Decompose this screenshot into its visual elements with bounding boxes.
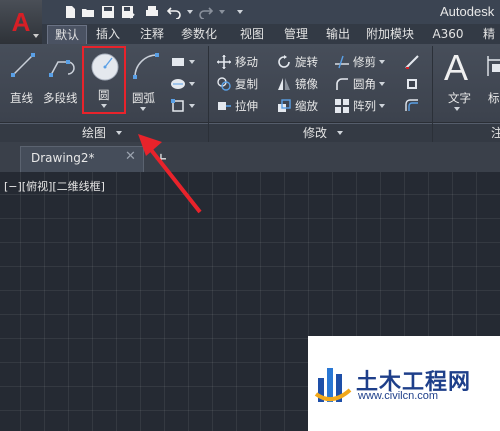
- explode-icon: [407, 79, 417, 89]
- polyline-icon: [49, 60, 75, 77]
- copy-tool-button[interactable]: 复制: [216, 74, 258, 94]
- save-icon[interactable]: [100, 4, 116, 20]
- open-folder-icon[interactable]: [80, 4, 96, 20]
- line-tool-button[interactable]: 直线: [6, 50, 40, 116]
- tab-output[interactable]: 输出: [320, 25, 356, 44]
- scale-label: 缩放: [295, 99, 318, 113]
- redo-dropdown-icon[interactable]: [214, 4, 230, 20]
- offset-icon: [405, 99, 418, 111]
- application-menu-button[interactable]: A: [0, 0, 42, 44]
- new-file-icon[interactable]: [62, 4, 78, 20]
- line-icon: [11, 53, 35, 77]
- region-tool-button[interactable]: [170, 96, 195, 116]
- dimension-tool-button[interactable]: 标: [482, 50, 500, 116]
- arc-dropdown-icon[interactable]: [140, 107, 146, 111]
- watermark-logo-icon: [314, 368, 352, 402]
- copy-icon: [217, 77, 231, 91]
- move-tool-button[interactable]: 移动: [216, 52, 258, 72]
- modify-panel-title: 修改: [303, 126, 328, 140]
- watermark-url: www.civilcn.com: [358, 390, 439, 402]
- save-as-icon[interactable]: [120, 4, 136, 20]
- fillet-label: 圆角: [353, 77, 376, 91]
- polyline-label: 多段线: [43, 91, 78, 105]
- redo-icon[interactable]: [198, 4, 214, 20]
- rotate-tool-button[interactable]: 旋转: [276, 52, 318, 72]
- annotation-panel-title: 注: [491, 126, 500, 140]
- tab-a360[interactable]: A360: [428, 25, 468, 44]
- hatch-tool-button[interactable]: [170, 74, 195, 94]
- move-label: 移动: [235, 55, 258, 69]
- print-icon[interactable]: [144, 4, 160, 20]
- line-label: 直线: [10, 91, 33, 105]
- arc-label: 圆弧: [132, 91, 155, 105]
- scale-tool-button[interactable]: 缩放: [276, 96, 318, 116]
- circle-label: 圆: [98, 88, 110, 102]
- polyline-tool-button[interactable]: 多段线: [40, 50, 84, 116]
- array-label: 阵列: [353, 99, 376, 113]
- erase-icon: [405, 55, 419, 69]
- arc-tool-button[interactable]: 圆弧: [128, 50, 162, 116]
- rotate-label: 旋转: [295, 55, 318, 69]
- watermark: 土木工程网 www.civilcn.com: [308, 336, 500, 431]
- modify-panel-bar[interactable]: 修改: [209, 123, 432, 142]
- scale-icon: [278, 99, 291, 112]
- array-tool-button[interactable]: 阵列: [334, 96, 385, 116]
- trim-icon: [335, 55, 349, 69]
- undo-dropdown-icon[interactable]: [182, 4, 198, 20]
- viewport-controls[interactable]: [−][俯视][二维线框]: [4, 178, 105, 194]
- circle-tool-button[interactable]: 圆: [82, 46, 126, 114]
- fillet-icon: [336, 78, 348, 90]
- stretch-icon: [218, 102, 231, 110]
- document-tab[interactable]: Drawing2* ✕: [20, 146, 144, 172]
- stretch-tool-button[interactable]: 拉伸: [216, 96, 258, 116]
- stretch-label: 拉伸: [235, 99, 258, 113]
- text-dropdown-icon[interactable]: [454, 107, 460, 111]
- tab-addins[interactable]: 附加模块: [360, 25, 420, 44]
- tab-home[interactable]: 默认: [47, 25, 87, 45]
- undo-icon[interactable]: [166, 4, 182, 20]
- tab-view[interactable]: 视图: [234, 25, 270, 44]
- tab-insert[interactable]: 插入: [90, 25, 126, 44]
- chevron-down-icon: [33, 34, 39, 38]
- trim-label: 修剪: [353, 55, 376, 69]
- window-title: Autodesk: [440, 4, 495, 19]
- circle-icon: [91, 53, 119, 81]
- rectangle-icon: [172, 58, 184, 66]
- offset-tool-button[interactable]: [404, 96, 420, 116]
- customize-quick-access-icon[interactable]: [232, 4, 248, 20]
- tab-featured[interactable]: 精: [478, 25, 500, 44]
- array-icon: [335, 99, 349, 113]
- move-icon: [217, 55, 231, 69]
- fillet-tool-button[interactable]: 圆角: [334, 74, 385, 94]
- chevron-down-icon: [337, 131, 343, 135]
- copy-label: 复制: [235, 77, 258, 91]
- hatch-icon: [171, 79, 185, 89]
- tab-annotate[interactable]: 注释: [134, 25, 170, 44]
- erase-tool-button[interactable]: [404, 52, 420, 72]
- trim-tool-button[interactable]: 修剪: [334, 52, 385, 72]
- chevron-down-icon: [116, 131, 122, 135]
- rectangle-tool-button[interactable]: [170, 52, 195, 72]
- rotate-icon: [278, 55, 290, 68]
- mirror-label: 镜像: [295, 77, 318, 91]
- tab-parametric[interactable]: 参数化: [174, 25, 224, 44]
- tab-manage[interactable]: 管理: [278, 25, 314, 44]
- dimension-icon: [487, 56, 500, 76]
- region-icon: [171, 99, 184, 112]
- mirror-icon: [278, 78, 290, 90]
- mirror-tool-button[interactable]: 镜像: [276, 74, 318, 94]
- autocad-logo-icon: A: [11, 7, 31, 37]
- annotation-arrow: [138, 134, 202, 214]
- circle-dropdown-icon[interactable]: [101, 104, 107, 108]
- arc-icon: [133, 53, 159, 79]
- text-label: 文字: [448, 91, 471, 105]
- text-icon: A: [444, 47, 469, 88]
- explode-tool-button[interactable]: [404, 74, 420, 94]
- annotation-panel-bar[interactable]: 注: [433, 123, 500, 142]
- dimension-label: 标: [488, 91, 500, 105]
- draw-panel-title: 绘图: [82, 126, 107, 140]
- document-tab-label: Drawing2*: [31, 151, 95, 165]
- text-tool-button[interactable]: A 文字: [440, 47, 474, 116]
